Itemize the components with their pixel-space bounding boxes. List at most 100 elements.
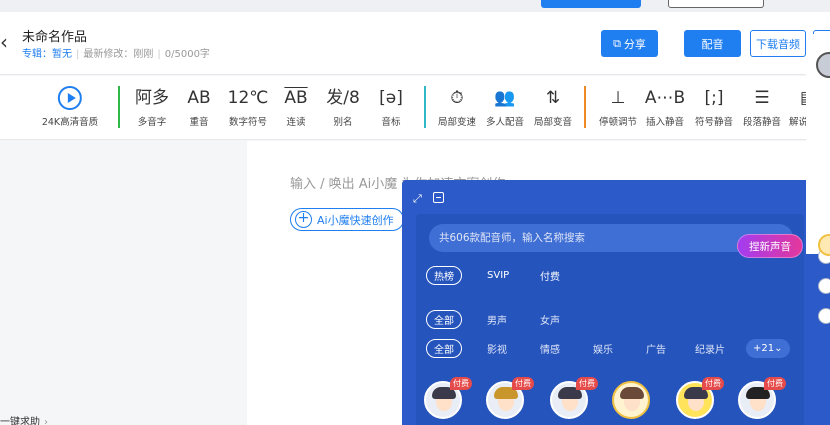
toolbar-divider-green [118, 86, 120, 128]
top-blue-button[interactable] [541, 0, 641, 8]
header: ‹ 未命名作品 专辑：暂无 | 最新修改：刚刚 | 0/5000字 ⧉ 分享 配音 下载… [0, 12, 830, 75]
tool-label: 局部变音 [533, 117, 573, 128]
play-circle-icon [57, 86, 82, 110]
work-title[interactable]: 未命名作品 [22, 26, 87, 45]
share-button[interactable]: ⧉ 分享 [601, 30, 658, 57]
category-entertainment[interactable]: 娱乐 [586, 339, 620, 358]
tool-hd-quality[interactable]: 24K高清音质 [42, 86, 98, 128]
left-panel [0, 141, 246, 425]
top-strip [0, 0, 830, 12]
minimize-icon[interactable] [433, 192, 444, 203]
tool-local-voice-change[interactable]: ⇅ 局部变音 [534, 86, 572, 128]
tool-label: 别名 [333, 117, 353, 128]
quick-create-label: Ai小魔快速创作 [317, 213, 394, 227]
voice-avatar[interactable] [612, 381, 650, 419]
voice-detail-side [806, 34, 830, 324]
tool-label: 停顿调节 [598, 117, 638, 128]
selected-voice-avatar[interactable] [816, 52, 830, 78]
new-voice-button[interactable]: 捏新声音 [737, 234, 803, 258]
tab-svip[interactable]: SVIP [480, 266, 516, 285]
category-documentary[interactable]: 纪录片 [688, 339, 732, 358]
dub-button[interactable]: 配音 [684, 30, 741, 57]
tool-label: 音标 [381, 117, 401, 128]
tool-symbol-silence[interactable]: [;] 符号静音 [695, 86, 733, 128]
voice-search-input[interactable] [439, 224, 719, 252]
tool-number-symbol[interactable]: 12℃ 数字符号 [228, 86, 269, 128]
tool-label: 段落静音 [742, 117, 782, 128]
tool-label: 数字符号 [228, 117, 268, 128]
tool-phonetic[interactable]: [ə] 音标 [379, 86, 403, 128]
download-audio-button[interactable]: 下载音频 [750, 30, 806, 57]
help-label: 一键求助 [0, 417, 40, 425]
tool-pause[interactable]: ⊥ 停顿调节 [599, 86, 637, 128]
share-icon: ⧉ [613, 36, 621, 50]
tool-multi-voice[interactable]: 👥 多人配音 [486, 86, 524, 128]
tool-label: 插入静音 [645, 117, 685, 128]
tab-paid[interactable]: 付费 [533, 266, 567, 285]
phonetic-icon: [ə] [379, 88, 403, 108]
speed-gauge-icon: ⏱ [450, 88, 464, 108]
option-radio[interactable] [818, 308, 830, 324]
tool-label: 多音字 [137, 117, 167, 128]
tool-label: 多人配音 [485, 117, 525, 128]
polyphone-icon: 阿多 [135, 88, 169, 108]
liaison-icon: AB [284, 88, 308, 108]
stress-icon: AB [187, 88, 211, 108]
toolbar-divider-teal [424, 86, 426, 128]
top-outline-button[interactable] [668, 0, 764, 8]
paid-badge: 付费 [450, 377, 472, 390]
tab-hot[interactable]: 热榜 [426, 266, 462, 285]
ai-quick-create-button[interactable]: + Ai小魔快速创作 [290, 208, 404, 231]
insert-silence-icon: A⋯B [644, 88, 686, 108]
symbol-silence-icon: [;] [704, 88, 724, 108]
alias-icon: 发/8 [326, 88, 360, 108]
plus-icon: + [295, 211, 312, 228]
option-radio[interactable] [818, 278, 830, 294]
category-emotion[interactable]: 情感 [533, 339, 567, 358]
tool-alias[interactable]: 发/8 别名 [326, 86, 360, 128]
work-meta: 专辑：暂无 | 最新修改：刚刚 | 0/5000字 [22, 49, 210, 60]
help-link[interactable]: 一键求助 › [0, 413, 48, 425]
album-link[interactable]: 专辑：暂无 [22, 49, 72, 60]
gender-all[interactable]: 全部 [426, 310, 462, 329]
more-count: +21 [753, 343, 775, 354]
toolbar: 24K高清音质 阿多 多音字 AB 重音 12℃ 数字符号 AB 连读 发/8 … [0, 76, 830, 140]
back-icon[interactable]: ‹ [0, 30, 8, 54]
modified-time: 最新修改：刚刚 [83, 49, 154, 60]
category-ads[interactable]: 广告 [639, 339, 673, 358]
gender-female[interactable]: 女声 [533, 310, 567, 329]
people-icon: 👥 [494, 88, 516, 108]
voice-change-icon: ⇅ [545, 88, 561, 108]
char-count: 0/5000字 [164, 49, 210, 60]
tool-liaison[interactable]: AB 连读 [284, 86, 307, 128]
paid-badge: 付费 [576, 377, 598, 390]
tool-label: 局部变速 [437, 117, 477, 128]
tool-local-speed[interactable]: ⏱ 局部变速 [438, 86, 476, 128]
chevron-right-icon: › [44, 417, 48, 425]
toolbar-divider-orange [584, 86, 586, 128]
paid-badge: 付费 [702, 377, 724, 390]
tool-stress[interactable]: AB 重音 [187, 86, 210, 128]
tool-paragraph-silence[interactable]: ☰ 段落静音 [743, 86, 781, 128]
tool-polyphone[interactable]: 阿多 多音字 [135, 86, 169, 128]
category-film[interactable]: 影视 [480, 339, 514, 358]
share-label: 分享 [623, 37, 646, 51]
number-symbol-icon: 12℃ [227, 88, 269, 108]
more-categories-button[interactable]: +21 ⌄ [746, 339, 790, 358]
gender-male[interactable]: 男声 [480, 310, 514, 329]
tool-label: 24K高清音质 [41, 117, 99, 128]
paid-badge: 付费 [512, 377, 534, 390]
tool-label: 重音 [189, 117, 209, 128]
paid-badge: 付费 [764, 377, 786, 390]
tool-label: 符号静音 [694, 117, 734, 128]
pause-adjust-icon: ⊥ [610, 88, 626, 108]
voice-picker-panel: ⤢ 捏新声音 热榜 SVIP 付费 全部 男声 女声 全部 影视 情感 娱乐 广… [402, 180, 830, 425]
paragraph-silence-icon: ☰ [754, 88, 770, 108]
chevron-down-icon: ⌄ [774, 343, 783, 354]
tool-insert-silence[interactable]: A⋯B 插入静音 [645, 86, 685, 128]
expand-icon[interactable]: ⤢ [413, 192, 422, 206]
tool-label: 连读 [286, 117, 306, 128]
voice-search-bar: 捏新声音 [429, 224, 803, 258]
voice-list-area: 捏新声音 热榜 SVIP 付费 全部 男声 女声 全部 影视 情感 娱乐 广告 … [416, 214, 804, 425]
category-all[interactable]: 全部 [426, 339, 462, 358]
